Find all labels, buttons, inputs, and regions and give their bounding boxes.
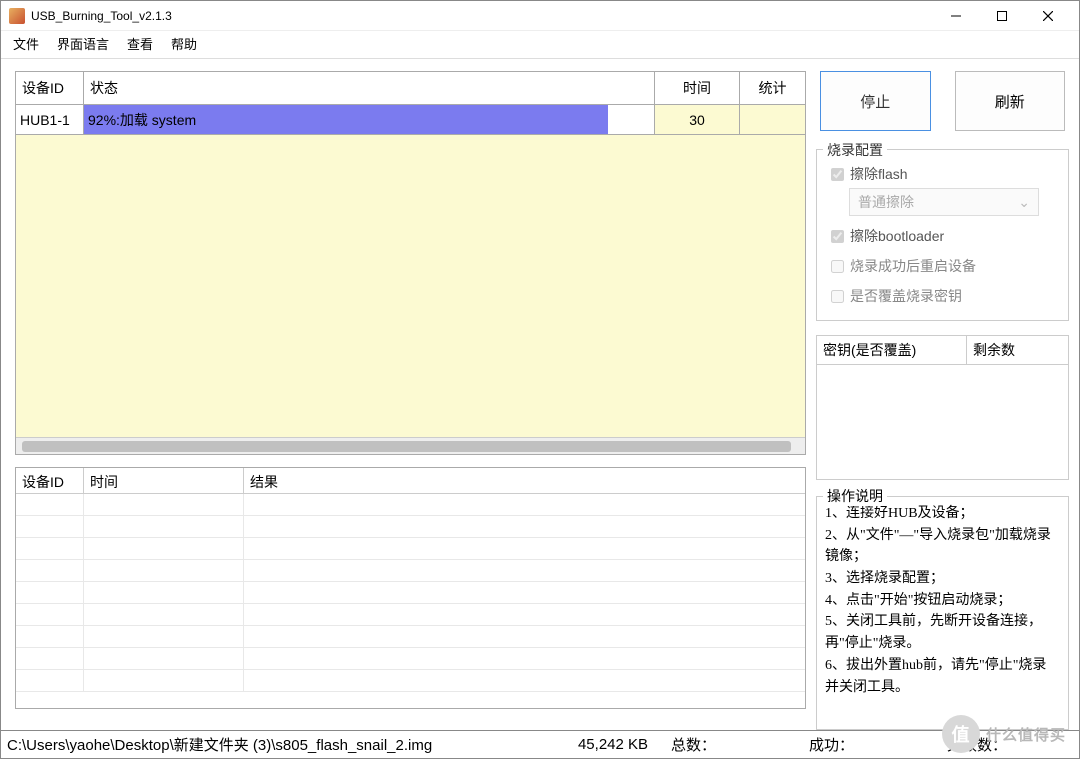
minimize-button[interactable]	[933, 1, 979, 31]
menu-help[interactable]: 帮助	[171, 34, 197, 53]
statusbar: C:\Users\yaohe\Desktop\新建文件夹 (3)\s805_fl…	[1, 730, 1079, 758]
stop-button[interactable]: 停止	[820, 71, 931, 131]
burn-config-title: 烧录配置	[823, 140, 887, 160]
key-col-key[interactable]: 密钥(是否覆盖)	[817, 336, 967, 364]
key-table-header: 密钥(是否覆盖) 剩余数	[817, 336, 1068, 365]
main-content: 设备ID 状态 时间 统计 HUB1-1 92%:加载 system 30	[1, 59, 1079, 730]
device-table-body	[16, 135, 805, 437]
erase-mode-value: 普通擦除	[858, 192, 914, 212]
maximize-button[interactable]	[979, 1, 1025, 31]
app-window: USB_Burning_Tool_v2.1.3 文件 界面语言 查看 帮助 设备…	[0, 0, 1080, 759]
result-row	[16, 582, 805, 604]
key-col-remaining[interactable]: 剩余数	[967, 336, 1068, 364]
horizontal-scrollbar[interactable]	[16, 437, 805, 454]
reboot-after-label: 烧录成功后重启设备	[850, 256, 976, 276]
key-table: 密钥(是否覆盖) 剩余数	[816, 335, 1069, 480]
menu-view[interactable]: 查看	[127, 34, 153, 53]
window-controls	[933, 1, 1071, 31]
device-row-stat	[740, 105, 805, 135]
col-stat[interactable]: 统计	[740, 72, 805, 105]
result-table-body	[16, 494, 805, 708]
menubar: 文件 界面语言 查看 帮助	[1, 31, 1079, 59]
device-row-status: 92%:加载 system	[84, 105, 655, 135]
menu-language[interactable]: 界面语言	[57, 34, 109, 53]
result-col-id[interactable]: 设备ID	[16, 468, 84, 493]
instruction-item: 5、关闭工具前，先断开设备连接，再"停止"烧录。	[825, 611, 1060, 654]
device-row-status-text: 92%:加载 system	[84, 110, 196, 130]
window-title: USB_Burning_Tool_v2.1.3	[31, 9, 933, 23]
col-device-id[interactable]: 设备ID	[16, 72, 84, 105]
instructions-title: 操作说明	[823, 486, 887, 506]
refresh-button[interactable]: 刷新	[955, 71, 1066, 131]
instructions-group: 操作说明 1、连接好HUB及设备； 2、从"文件"—"导入烧录包"加载烧录镜像；…	[816, 496, 1069, 730]
action-buttons: 停止 刷新	[816, 71, 1069, 131]
device-row[interactable]: HUB1-1 92%:加载 system 30	[16, 105, 805, 135]
device-row-time: 30	[655, 105, 740, 135]
erase-mode-select[interactable]: 普通擦除 ⌄	[849, 188, 1039, 216]
device-table: 设备ID 状态 时间 统计 HUB1-1 92%:加载 system 30	[15, 71, 806, 455]
result-table-header: 设备ID 时间 结果	[16, 468, 805, 494]
burn-config-group: 烧录配置 擦除flash 普通擦除 ⌄ 擦除bootloader 烧录成功后重启…	[816, 149, 1069, 321]
result-row	[16, 670, 805, 692]
col-time[interactable]: 时间	[655, 72, 740, 105]
overwrite-key-checkbox[interactable]	[831, 290, 844, 303]
device-row-id: HUB1-1	[16, 105, 84, 135]
result-row	[16, 516, 805, 538]
instruction-item: 2、从"文件"—"导入烧录包"加载烧录镜像；	[825, 525, 1060, 568]
chevron-down-icon: ⌄	[1018, 194, 1030, 211]
status-filepath: C:\Users\yaohe\Desktop\新建文件夹 (3)\s805_fl…	[3, 734, 563, 755]
app-icon	[9, 8, 25, 24]
status-success: 成功：	[801, 734, 939, 755]
result-row	[16, 648, 805, 670]
result-row	[16, 560, 805, 582]
overwrite-key-label: 是否覆盖烧录密钥	[850, 286, 962, 306]
result-table: 设备ID 时间 结果	[15, 467, 806, 709]
result-row	[16, 494, 805, 516]
erase-bootloader-checkbox[interactable]	[831, 230, 844, 243]
erase-flash-label: 擦除flash	[850, 164, 908, 184]
device-table-header: 设备ID 状态 时间 统计	[16, 72, 805, 105]
status-total: 总数：	[663, 734, 801, 755]
instruction-item: 1、连接好HUB及设备；	[825, 503, 1060, 525]
erase-bootloader-label: 擦除bootloader	[850, 226, 944, 246]
erase-bootloader-option[interactable]: 擦除bootloader	[831, 226, 1060, 246]
reboot-after-option[interactable]: 烧录成功后重启设备	[831, 256, 1060, 276]
left-column: 设备ID 状态 时间 统计 HUB1-1 92%:加载 system 30	[15, 71, 806, 730]
result-row	[16, 626, 805, 648]
scrollbar-thumb[interactable]	[22, 441, 791, 452]
erase-flash-checkbox[interactable]	[831, 168, 844, 181]
result-col-result[interactable]: 结果	[244, 468, 805, 493]
erase-flash-option[interactable]: 擦除flash	[831, 164, 1060, 184]
reboot-after-checkbox[interactable]	[831, 260, 844, 273]
titlebar: USB_Burning_Tool_v2.1.3	[1, 1, 1079, 31]
right-column: 停止 刷新 烧录配置 擦除flash 普通擦除 ⌄ 擦除bootloader	[816, 71, 1069, 730]
menu-file[interactable]: 文件	[13, 34, 39, 53]
instructions-list: 1、连接好HUB及设备； 2、从"文件"—"导入烧录包"加载烧录镜像； 3、选择…	[825, 503, 1060, 698]
result-col-time[interactable]: 时间	[84, 468, 244, 493]
instruction-item: 3、选择烧录配置；	[825, 568, 1060, 590]
instruction-item: 6、拔出外置hub前，请先"停止"烧录并关闭工具。	[825, 655, 1060, 698]
close-button[interactable]	[1025, 1, 1071, 31]
status-fail: 失败数：	[939, 734, 1077, 755]
col-status[interactable]: 状态	[84, 72, 655, 105]
status-filesize: 45,242 KB	[563, 736, 663, 753]
overwrite-key-option[interactable]: 是否覆盖烧录密钥	[831, 286, 1060, 306]
result-row	[16, 538, 805, 560]
instruction-item: 4、点击"开始"按钮启动烧录；	[825, 590, 1060, 612]
result-row	[16, 604, 805, 626]
